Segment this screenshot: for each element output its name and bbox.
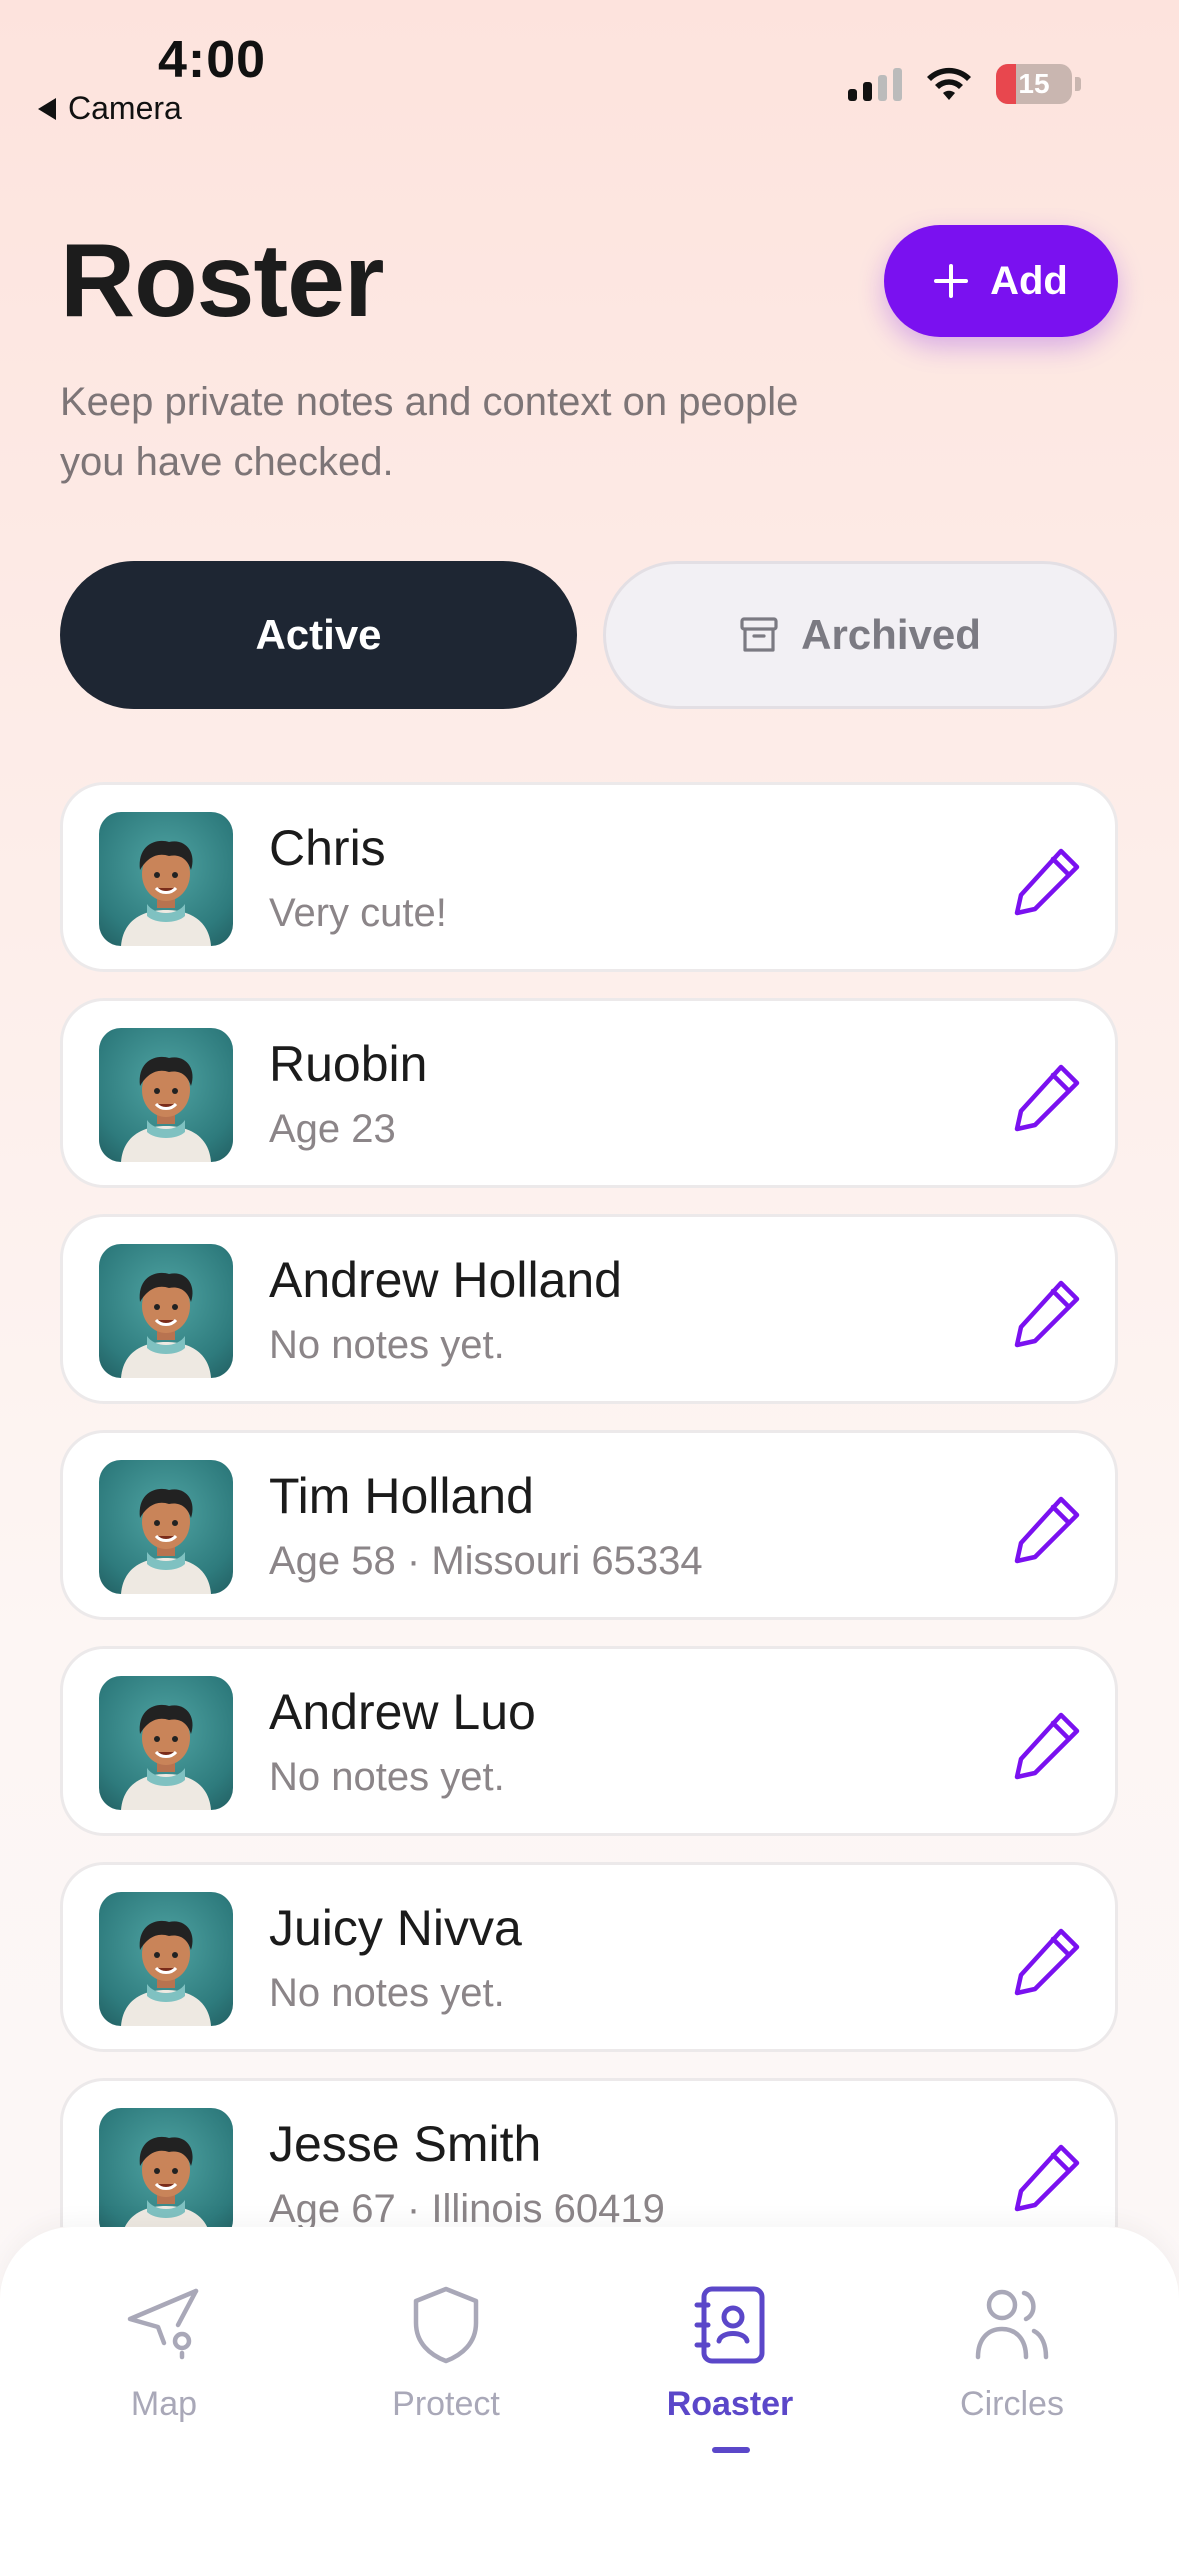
bottom-tab-bar: Map Protect Roaster Circles xyxy=(0,2227,1179,2556)
person-note: No notes yet. xyxy=(269,1971,505,2015)
edit-pencil-icon[interactable] xyxy=(1009,1059,1085,1135)
users-icon xyxy=(975,2289,1049,2360)
person-name: Chris xyxy=(269,820,386,876)
contacts-book-icon xyxy=(694,2286,765,2364)
avatar xyxy=(99,1676,233,1810)
edit-pencil-icon[interactable] xyxy=(1009,1707,1085,1783)
nav-label-circles: Circles xyxy=(960,2385,1064,2423)
back-label: Camera xyxy=(68,90,182,126)
cellular-signal-icon xyxy=(848,67,902,101)
active-tab-indicator xyxy=(712,2447,750,2453)
edit-pencil-icon[interactable] xyxy=(1009,1923,1085,1999)
page-subtitle: Keep private notes and context on people… xyxy=(60,380,799,484)
edit-pencil-icon[interactable] xyxy=(1009,1275,1085,1351)
nav-label-map: Map xyxy=(130,2385,198,2423)
edit-pencil-icon[interactable] xyxy=(1009,843,1085,919)
edit-pencil-icon[interactable] xyxy=(1009,1491,1085,1567)
avatar xyxy=(99,1244,233,1378)
person-name: Andrew Luo xyxy=(269,1684,536,1740)
status-time: 4:00 xyxy=(158,31,267,89)
roster-card[interactable]: Jesse Smith Age 67 · Illinois 60419 xyxy=(60,2078,1118,2227)
map-pin-icon xyxy=(127,2288,199,2360)
person-name: Andrew Holland xyxy=(269,1252,622,1308)
person-note: No notes yet. xyxy=(269,1755,505,1799)
avatar xyxy=(99,1460,233,1594)
roster-card[interactable]: Andrew Holland No notes yet. xyxy=(60,1214,1118,1404)
person-name: Tim Holland xyxy=(269,1468,534,1524)
add-person-button[interactable]: Add xyxy=(884,225,1118,337)
plus-icon xyxy=(934,264,969,298)
wifi-icon xyxy=(927,67,971,100)
person-name: Ruobin xyxy=(269,1036,428,1092)
person-note: Very cute! xyxy=(269,891,447,935)
nav-item-protect[interactable]: Protect xyxy=(346,2283,546,2424)
roster-list[interactable]: Chris Very cute! Ruobin Age 23 Andrew Ho… xyxy=(60,782,1118,2227)
tab-archived-label: Archived xyxy=(801,611,981,658)
nav-label-roaster: Roaster xyxy=(666,2385,794,2423)
tab-archived[interactable]: Archived xyxy=(603,561,1117,709)
roster-card[interactable]: Ruobin Age 23 xyxy=(60,998,1118,1188)
tab-active-label: Active xyxy=(255,611,382,658)
roster-card[interactable]: Tim Holland Age 58 · Missouri 65334 xyxy=(60,1430,1118,1620)
person-name: Jesse Smith xyxy=(269,2116,542,2172)
person-note: No notes yet. xyxy=(269,1323,505,1367)
add-button-label: Add xyxy=(990,258,1068,303)
nav-item-roaster[interactable]: Roaster xyxy=(630,2283,830,2424)
person-note: Age 23 xyxy=(269,1107,396,1151)
back-to-camera-link[interactable]: Camera xyxy=(38,90,182,127)
edit-pencil-icon[interactable] xyxy=(1009,2139,1085,2215)
back-triangle-icon xyxy=(38,97,56,120)
avatar xyxy=(99,2108,233,2227)
shield-icon xyxy=(413,2286,479,2364)
nav-item-map[interactable]: Map xyxy=(64,2283,264,2424)
battery-level: 15 xyxy=(1018,68,1050,99)
avatar xyxy=(99,1028,233,1162)
avatar xyxy=(99,812,233,946)
page-title: Roster xyxy=(60,223,384,339)
person-note: Age 67 · Illinois 60419 xyxy=(269,2187,665,2227)
nav-item-circles[interactable]: Circles xyxy=(912,2283,1112,2424)
archive-box-icon xyxy=(740,617,778,652)
avatar xyxy=(99,1892,233,2026)
roster-card[interactable]: Andrew Luo No notes yet. xyxy=(60,1646,1118,1836)
roster-card[interactable]: Juicy Nivva No notes yet. xyxy=(60,1862,1118,2052)
person-name: Juicy Nivva xyxy=(269,1900,522,1956)
person-note: Age 58 · Missouri 65334 xyxy=(269,1539,703,1583)
nav-label-protect: Protect xyxy=(392,2385,500,2423)
status-indicators: 15 xyxy=(848,64,1081,104)
battery-icon: 15 xyxy=(996,64,1072,104)
roster-card[interactable]: Chris Very cute! xyxy=(60,782,1118,972)
tab-active[interactable]: Active xyxy=(60,561,577,709)
